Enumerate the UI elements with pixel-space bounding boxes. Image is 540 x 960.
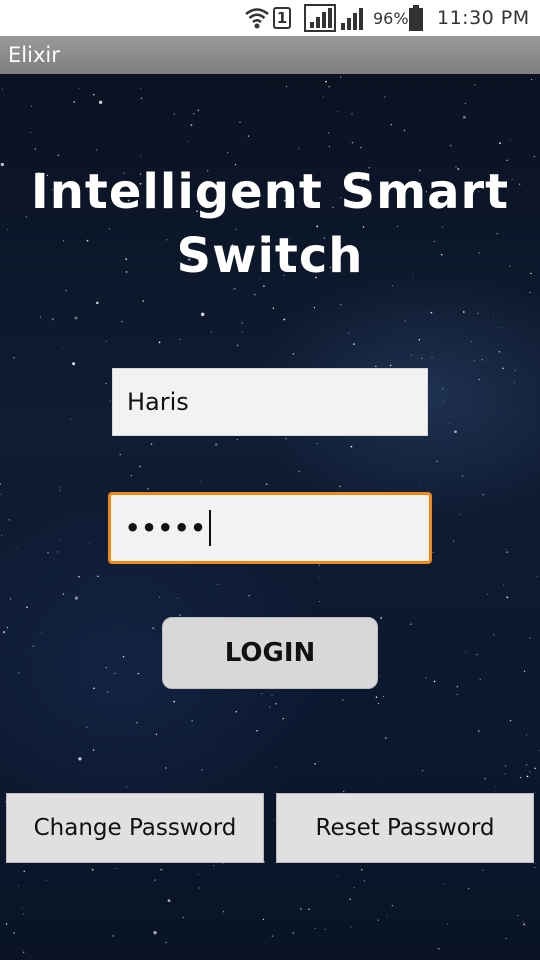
login-screen: Intelligent Smart Switch Haris ••••• LOG… xyxy=(0,74,540,960)
page-title-line2: Switch xyxy=(176,228,364,284)
title-bar: Elixir xyxy=(0,36,540,74)
username-value: Haris xyxy=(127,388,189,416)
clock: 11:30 PM xyxy=(437,7,530,29)
battery-icon xyxy=(409,0,425,36)
wifi-icon xyxy=(244,0,270,36)
login-button-label: LOGIN xyxy=(224,638,316,668)
text-cursor xyxy=(208,510,211,546)
reset-password-button[interactable]: Reset Password xyxy=(276,793,534,863)
reset-password-label: Reset Password xyxy=(315,815,495,841)
username-input[interactable]: Haris xyxy=(112,368,428,436)
sim-slot-label: 1 xyxy=(273,7,291,29)
page-title-line1: Intelligent Smart xyxy=(30,164,510,220)
password-input[interactable]: ••••• xyxy=(108,492,432,564)
login-button[interactable]: LOGIN xyxy=(162,617,378,689)
app-name: Elixir xyxy=(8,43,60,67)
signal-icon xyxy=(340,0,368,36)
battery-percent: 96% xyxy=(373,8,409,28)
status-bar: 1 96% 11:30 PM xyxy=(0,0,540,36)
sim-icon: 1 xyxy=(273,0,295,36)
screen: 1 96% 11:30 PM Elixir Intelligent Smart … xyxy=(0,0,540,960)
page-title: Intelligent Smart Switch xyxy=(0,160,540,288)
change-password-button[interactable]: Change Password xyxy=(6,793,264,863)
signal-icon xyxy=(304,0,336,36)
password-value: ••••• xyxy=(125,514,207,542)
change-password-label: Change Password xyxy=(33,815,237,841)
